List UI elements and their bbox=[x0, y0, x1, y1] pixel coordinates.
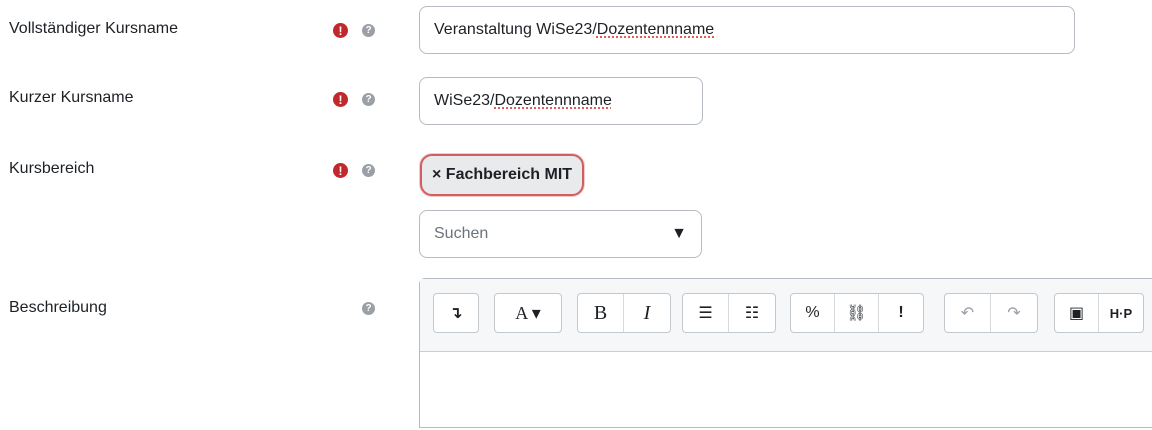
toolbar-group-media: ▣ H·P bbox=[1054, 293, 1144, 333]
required-icon: ! bbox=[333, 163, 348, 178]
redo-icon[interactable]: ↷ bbox=[991, 294, 1037, 332]
toolbar-group-history: ↶ ↷ bbox=[944, 293, 1038, 333]
show-more-icon[interactable]: ↴ bbox=[434, 294, 478, 332]
shortname-input[interactable]: WiSe23/Dozentennname bbox=[419, 77, 703, 125]
category-search-select[interactable]: Suchen ▼ bbox=[419, 210, 702, 258]
editor-toolbar: ↴ A ▾ B I ☰ ☷ % ⛓ ! ↶ ↷ ▣ H·P bbox=[420, 279, 1152, 352]
help-icon[interactable]: ? bbox=[362, 164, 375, 177]
description-editor[interactable]: ↴ A ▾ B I ☰ ☷ % ⛓ ! ↶ ↷ ▣ H·P bbox=[419, 278, 1152, 428]
shortname-value: WiSe23/ bbox=[434, 92, 495, 109]
required-icon: ! bbox=[333, 92, 348, 107]
unlink-icon[interactable]: ⛓ bbox=[835, 294, 879, 332]
shortname-value-flagged: Dozentennname bbox=[494, 92, 612, 109]
description-label: Beschreibung bbox=[9, 299, 107, 316]
undo-icon[interactable]: ↶ bbox=[945, 294, 991, 332]
editor-content-area[interactable] bbox=[420, 352, 1152, 430]
fullname-value: Veranstaltung WiSe23/ bbox=[434, 21, 597, 38]
category-search-placeholder: Suchen bbox=[434, 225, 489, 242]
toolbar-group-format: B I bbox=[577, 293, 671, 333]
fullname-input[interactable]: Veranstaltung WiSe23/Dozentennname bbox=[419, 6, 1075, 54]
required-icon: ! bbox=[333, 23, 348, 38]
h5p-icon[interactable]: H·P bbox=[1099, 294, 1143, 332]
font-style-button[interactable]: A ▾ bbox=[495, 294, 561, 332]
bold-button[interactable]: B bbox=[578, 294, 624, 332]
toolbar-group-more: ↴ bbox=[433, 293, 479, 333]
selected-category-chip[interactable]: × Fachbereich MIT bbox=[420, 154, 585, 196]
category-label: Kursbereich bbox=[9, 160, 95, 177]
numbered-list-icon[interactable]: ☷ bbox=[729, 294, 775, 332]
fullname-value-flagged: Dozentennname bbox=[596, 21, 715, 38]
toolbar-group-font: A ▾ bbox=[494, 293, 562, 333]
help-icon[interactable]: ? bbox=[362, 24, 375, 37]
italic-button[interactable]: I bbox=[624, 294, 670, 332]
link-icon[interactable]: % bbox=[791, 294, 835, 332]
emoji-icon[interactable]: ! bbox=[879, 294, 923, 332]
shortname-label: Kurzer Kursname bbox=[9, 89, 134, 106]
toolbar-group-lists: ☰ ☷ bbox=[682, 293, 776, 333]
bullet-list-icon[interactable]: ☰ bbox=[683, 294, 729, 332]
fullname-label: Vollständiger Kursname bbox=[9, 20, 178, 37]
image-icon[interactable]: ▣ bbox=[1055, 294, 1099, 332]
help-icon[interactable]: ? bbox=[362, 93, 375, 106]
help-icon[interactable]: ? bbox=[362, 302, 375, 315]
caret-down-icon: ▼ bbox=[671, 225, 687, 242]
toolbar-group-links: % ⛓ ! bbox=[790, 293, 924, 333]
